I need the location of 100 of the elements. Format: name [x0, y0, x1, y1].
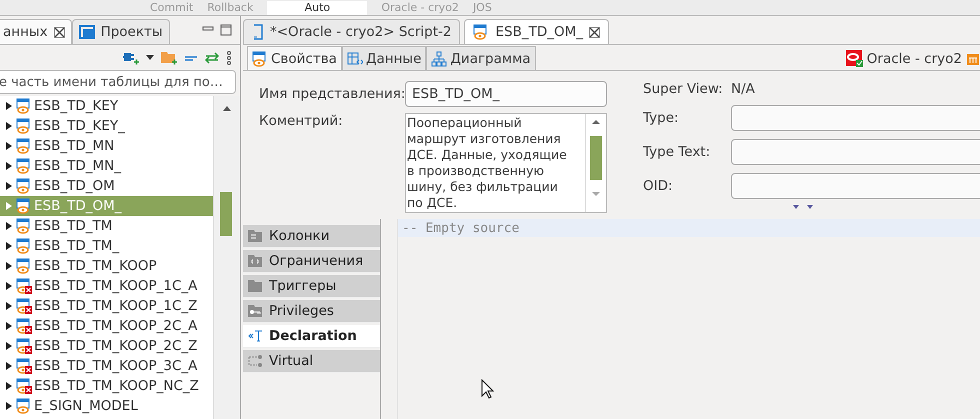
script-icon: [252, 24, 264, 40]
mouse-pointer-icon: [481, 379, 495, 399]
text-tag-icon: [247, 329, 263, 343]
tree-item-label: ESB_TD_KEY: [34, 98, 118, 114]
scroll-thumb[interactable]: [590, 136, 602, 180]
panel-tab[interactable]: Проекты: [72, 19, 170, 44]
field-label: OID:: [643, 178, 674, 194]
tree-item-label: ESB_TD_TM_KOOP_1C_Z: [34, 298, 198, 314]
invalid-view-icon: [16, 298, 32, 314]
connection-name[interactable]: Oracle - cryo2: [866, 50, 962, 66]
tree-item-label: ESB_TD_TM_: [34, 238, 120, 254]
dropdown-icon[interactable]: [146, 54, 154, 60]
view-icon: [16, 398, 32, 414]
panel-tab[interactable]: анных: [0, 19, 72, 44]
tree-item-label: ESB_TD_MN: [34, 138, 114, 154]
sub-tab[interactable]: Данные: [342, 46, 426, 70]
field-label: Type Text:: [643, 144, 712, 160]
tree-item-label: ESB_TD_TM_KOOP_2C_A: [34, 318, 198, 334]
grid-icon: [346, 50, 363, 66]
key-icon: [247, 304, 263, 318]
folder-add-icon[interactable]: [160, 50, 178, 66]
tree-item[interactable]: ESB_TD_TM_KOOP_1C_Z: [0, 296, 213, 316]
invalid-view-icon: [16, 358, 32, 374]
tree-item[interactable]: ESB_TD_MN_: [0, 156, 213, 176]
tree-item[interactable]: ESB_TD_OM: [0, 176, 213, 196]
editor-tab[interactable]: *<Oracle - cryo2> Script-2: [243, 19, 460, 44]
super-view-value: N/A: [731, 81, 756, 97]
view-icon: [16, 178, 32, 194]
input-field[interactable]: [731, 173, 980, 199]
tree-item[interactable]: ESB_TD_TM_KOOP: [0, 256, 213, 276]
input-field[interactable]: [731, 105, 980, 131]
comment-text: Пооперационный маршрут изготовления ДСЕ. Данные, уходящие в производственную шину, без фильтрации по ДСЕ.: [406, 114, 568, 212]
filter-field[interactable]: е часть имени таблицы для по…: [0, 70, 236, 94]
view-icon: [473, 24, 490, 40]
scrollbar[interactable]: [213, 96, 240, 419]
tree-item-label: ESB_TD_TM_KOOP_2C_Z: [34, 338, 198, 354]
view-icon: [16, 238, 32, 254]
tree-item[interactable]: ESB_TD_KEY: [0, 96, 213, 116]
window-icon: [78, 25, 95, 39]
tree-item[interactable]: ESB_TD_TM_KOOP_1C_A: [0, 276, 213, 296]
tree-item[interactable]: ESB_TD_TM_KOOP_3C_A: [0, 356, 213, 376]
section-tab[interactable]: Триггеры: [243, 275, 380, 298]
tree-item[interactable]: ESB_TD_KEY_: [0, 116, 213, 136]
maximize-icon[interactable]: [220, 24, 232, 36]
view-icon: [16, 118, 32, 134]
sub-tab[interactable]: Свойства: [247, 46, 342, 70]
folder-icon: [247, 229, 263, 243]
tree-item-label: ESB_TD_OM: [34, 178, 115, 194]
tree-item[interactable]: ESB_TD_MN: [0, 136, 213, 156]
auto-commit-combo[interactable]: Auto: [267, 0, 368, 14]
field-label: Super View:: [643, 81, 724, 97]
scroll-thumb[interactable]: [220, 192, 232, 236]
view-name-field[interactable]: ESB_TD_OM_: [405, 81, 607, 107]
tree-item-label: ESB_TD_TM_KOOP_NC_Z: [34, 378, 199, 394]
view-icon: [16, 138, 32, 154]
editor-tab[interactable]: ESB_TD_OM_: [464, 19, 610, 44]
field-label: Коментрий:: [259, 113, 344, 131]
tree-item[interactable]: ESB_TD_TM_KOOP_2C_A: [0, 316, 213, 336]
tree-item[interactable]: ESB_TD_TM_KOOP_NC_Z: [0, 376, 213, 396]
view-icon: [16, 158, 32, 174]
section-tab[interactable]: Privileges: [243, 300, 380, 323]
tree-item-label: ESB_TD_OM_: [34, 198, 122, 214]
view-icon: [252, 50, 268, 66]
tree-item-label: ESB_TD_TM_KOOP_1C_A: [34, 278, 198, 294]
hierarchy-icon: [431, 50, 448, 66]
tree-item[interactable]: ESB_TD_TM_: [0, 236, 213, 256]
close-icon[interactable]: [589, 26, 600, 38]
tree-item[interactable]: ESB_TD_TM_KOOP_2C_Z: [0, 336, 213, 356]
tree-item-label: ESB_TD_TM_KOOP_3C_A: [34, 358, 198, 374]
sync-arrows-icon[interactable]: [204, 52, 220, 64]
tree-item-label: ESB_TD_TM: [34, 218, 112, 234]
invalid-view-icon: [16, 338, 32, 354]
folder-icon: [247, 279, 263, 293]
section-tab[interactable]: Virtual: [243, 350, 380, 373]
invalid-view-icon: [16, 378, 32, 394]
more-icon[interactable]: [226, 50, 232, 66]
close-icon[interactable]: [54, 26, 65, 38]
scroll-up-icon[interactable]: [223, 106, 231, 112]
connector-icon: [247, 354, 263, 368]
tree-item-label: ESB_TD_MN_: [34, 158, 121, 174]
section-tab[interactable]: Ограничения: [243, 250, 380, 273]
sub-tab[interactable]: Диаграмма: [426, 46, 536, 70]
field-label: Type:: [643, 110, 680, 126]
input-field[interactable]: [731, 139, 980, 165]
section-tab[interactable]: Колонки: [243, 225, 380, 248]
tree-item[interactable]: E_SIGN_MODEL: [0, 396, 213, 416]
tree-item-label: ESB_TD_KEY_: [34, 118, 125, 134]
invalid-view-icon: [16, 278, 32, 294]
tree-item[interactable]: ESB_TD_TM: [0, 216, 213, 236]
view-icon: [16, 258, 32, 274]
folder-icon: [247, 254, 263, 268]
database-connection-icon: [846, 50, 863, 67]
comment-field[interactable]: Пооперационный маршрут изготовления ДСЕ. Данные, уходящие в производственную шину, без фильтрации по ДСЕ.: [405, 113, 607, 213]
invalid-view-icon: [16, 318, 32, 334]
sash-handle-icon[interactable]: [793, 205, 815, 211]
field-label: Имя представления:: [259, 86, 405, 102]
view-icon: [16, 198, 32, 214]
tree-item-label: E_SIGN_MODEL: [34, 398, 138, 414]
tree-item-label: ESB_TD_TM_KOOP: [34, 258, 157, 274]
section-tab[interactable]: Declaration: [243, 325, 380, 348]
